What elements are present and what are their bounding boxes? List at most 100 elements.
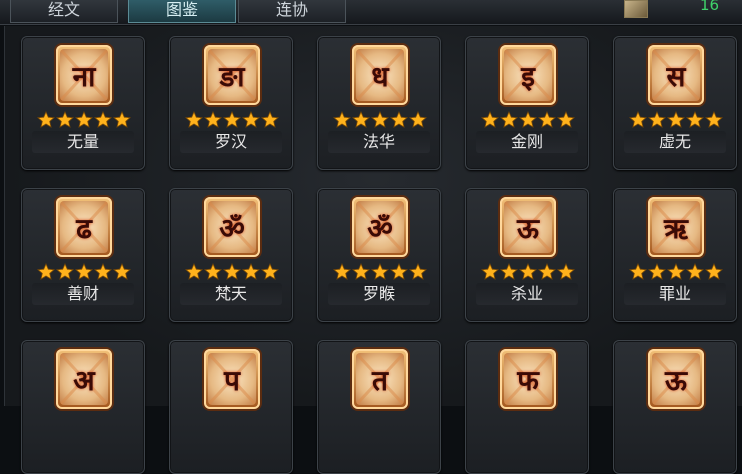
codex-card[interactable]: ङा 罗汉 — [169, 36, 293, 170]
card-name: 梵天 — [214, 284, 247, 303]
name-plate: 罪业 — [624, 283, 726, 305]
tab-synergy[interactable]: 连协 — [238, 0, 346, 23]
star-rating — [330, 111, 430, 128]
seal-glyph: ङा — [219, 60, 245, 93]
seal-glyph: स — [666, 60, 686, 93]
name-plate: 善财 — [32, 283, 134, 305]
codex-card[interactable]: ऋ 罪业 — [613, 188, 737, 322]
scroll-icon — [624, 0, 648, 18]
name-plate: 罗汉 — [180, 131, 282, 153]
star-icon — [204, 263, 222, 280]
card-name: 法华 — [362, 132, 395, 151]
name-plate: 罗睺 — [328, 283, 430, 305]
codex-card[interactable]: अ — [21, 340, 145, 474]
star-icon — [481, 111, 499, 128]
codex-card[interactable]: ऊ — [613, 340, 737, 474]
star-icon — [409, 111, 427, 128]
sanskrit-seal-icon: ध — [352, 45, 408, 105]
star-icon — [519, 111, 537, 128]
star-icon — [113, 263, 131, 280]
star-icon — [113, 111, 131, 128]
codex-card[interactable]: त — [317, 340, 441, 474]
seal-glyph: त — [372, 364, 388, 397]
star-icon — [371, 111, 389, 128]
name-plate: 法华 — [328, 131, 430, 153]
star-icon — [648, 263, 666, 280]
tab-scriptures[interactable]: 经文 — [10, 0, 118, 23]
sanskrit-seal-icon: फ — [500, 349, 556, 409]
seal-glyph: ॐ — [219, 212, 245, 245]
star-icon — [705, 263, 723, 280]
codex-card[interactable]: ॐ 罗睺 — [317, 188, 441, 322]
card-name: 罪业 — [658, 284, 691, 303]
sanskrit-seal-icon: इ — [500, 45, 556, 105]
card-name: 杀业 — [510, 284, 543, 303]
sanskrit-seal-icon: त — [352, 349, 408, 409]
star-icon — [371, 263, 389, 280]
codex-card[interactable]: स 虚无 — [613, 36, 737, 170]
seal-glyph: इ — [521, 60, 535, 93]
star-icon — [500, 111, 518, 128]
top-tab-bar: 经文 图鉴 连协 16 — [0, 0, 742, 25]
star-icon — [37, 263, 55, 280]
star-icon — [519, 263, 537, 280]
card-name: 虚无 — [658, 132, 691, 151]
star-rating — [182, 111, 282, 128]
star-icon — [667, 111, 685, 128]
sanskrit-seal-icon: ङा — [204, 45, 260, 105]
star-icon — [261, 263, 279, 280]
star-icon — [56, 111, 74, 128]
card-name: 无量 — [66, 132, 99, 151]
star-icon — [352, 111, 370, 128]
star-icon — [538, 263, 556, 280]
star-icon — [223, 111, 241, 128]
star-icon — [75, 111, 93, 128]
name-plate: 杀业 — [476, 283, 578, 305]
sanskrit-seal-icon: ॐ — [204, 197, 260, 257]
seal-glyph: अ — [73, 364, 95, 397]
star-icon — [75, 263, 93, 280]
seal-glyph: ऊ — [665, 364, 687, 397]
star-rating — [34, 111, 134, 128]
sanskrit-seal-icon: प — [204, 349, 260, 409]
star-icon — [390, 111, 408, 128]
name-plate: 梵天 — [180, 283, 282, 305]
sanskrit-seal-icon: ऊ — [648, 349, 704, 409]
star-rating — [478, 111, 578, 128]
star-icon — [409, 263, 427, 280]
seal-glyph: ऊ — [517, 212, 539, 245]
star-icon — [557, 263, 575, 280]
codex-card[interactable]: ध 法华 — [317, 36, 441, 170]
star-rating — [626, 111, 726, 128]
star-icon — [500, 263, 518, 280]
tab-codex[interactable]: 图鉴 — [128, 0, 236, 23]
star-icon — [223, 263, 241, 280]
codex-card[interactable]: ना 无量 — [21, 36, 145, 170]
star-rating — [34, 263, 134, 280]
seal-glyph: फ — [517, 364, 539, 397]
seal-glyph: ना — [72, 60, 96, 93]
codex-card[interactable]: फ — [465, 340, 589, 474]
star-rating — [182, 263, 282, 280]
card-name: 罗睺 — [362, 284, 395, 303]
codex-card[interactable]: इ 金刚 — [465, 36, 589, 170]
seal-glyph: ऋ — [664, 212, 688, 245]
codex-card[interactable]: ढ 善财 — [21, 188, 145, 322]
seal-glyph: ध — [371, 60, 389, 93]
star-rating — [626, 263, 726, 280]
star-icon — [261, 111, 279, 128]
card-name: 金刚 — [510, 132, 543, 151]
sanskrit-seal-icon: स — [648, 45, 704, 105]
codex-card[interactable]: ॐ 梵天 — [169, 188, 293, 322]
sanskrit-seal-icon: ऋ — [648, 197, 704, 257]
codex-card[interactable]: ऊ 杀业 — [465, 188, 589, 322]
sanskrit-seal-icon: ॐ — [352, 197, 408, 257]
currency-counter: 16 — [700, 0, 720, 14]
star-rating — [478, 263, 578, 280]
seal-glyph: ॐ — [367, 212, 393, 245]
codex-card[interactable]: प — [169, 340, 293, 474]
sanskrit-seal-icon: ना — [56, 45, 112, 105]
star-rating — [330, 263, 430, 280]
star-icon — [538, 111, 556, 128]
seal-glyph: ढ — [76, 212, 92, 245]
